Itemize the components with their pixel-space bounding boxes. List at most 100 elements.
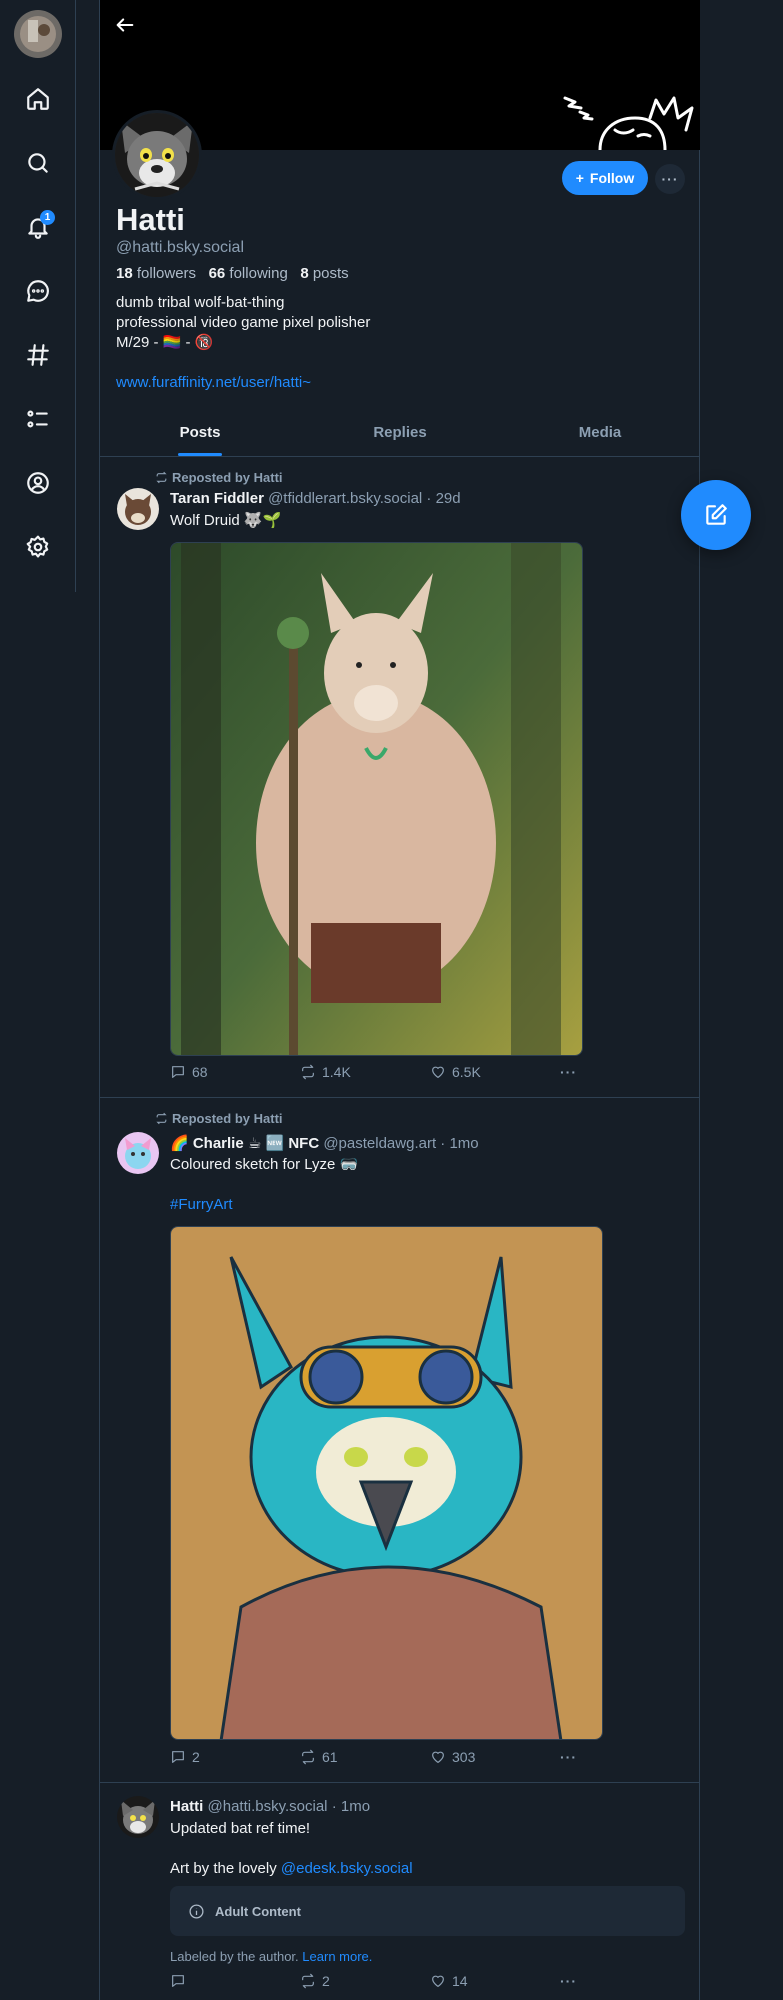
feed-post[interactable]: Reposted by Hatti Taran Fiddler @tfiddle… xyxy=(100,458,700,1098)
home-icon xyxy=(27,88,49,110)
profile-display-name: Hatti xyxy=(116,202,185,237)
post-author-name[interactable]: Taran Fiddler xyxy=(170,490,264,507)
left-nav: 1 xyxy=(0,0,76,592)
like-button[interactable]: 14 xyxy=(430,1973,468,1989)
repost-indicator: Reposted by Hatti xyxy=(155,1111,283,1126)
post-actions: 68 1.4K 6.5K ··· xyxy=(170,1064,590,1084)
bio-line: M/29 - 🏳️‍🌈 - 🔞 xyxy=(116,334,214,351)
repost-count: 2 xyxy=(322,1973,330,1989)
repost-icon xyxy=(302,1973,314,1989)
profile-more-button[interactable]: ··· xyxy=(655,164,685,194)
post-actions: 2 14 ··· xyxy=(170,1973,590,1993)
post-author-handle[interactable]: @tfiddlerart.bsky.social xyxy=(268,490,422,507)
label-note: Labeled by the author. Learn more. xyxy=(170,1949,372,1964)
post-hashtag[interactable]: #FurryArt xyxy=(170,1195,233,1215)
repost-count: 1.4K xyxy=(322,1064,351,1080)
feeds-nav-item[interactable] xyxy=(18,335,58,375)
post-author-name[interactable]: 🌈 Charlie ☕ 🆕 NFC xyxy=(170,1135,319,1152)
profile-website-link[interactable]: www.furaffinity.net/user/hatti~ xyxy=(116,373,676,393)
compose-post-button[interactable] xyxy=(681,480,751,550)
post-author-avatar[interactable] xyxy=(117,1796,159,1838)
comment-icon xyxy=(172,1751,184,1763)
repost-indicator: Reposted by Hatti xyxy=(155,470,283,485)
post-time[interactable]: · 29d xyxy=(426,490,460,507)
search-nav-item[interactable] xyxy=(18,143,58,183)
post-author-avatar[interactable] xyxy=(117,488,159,530)
profile-nav-item[interactable] xyxy=(18,463,58,503)
notifications-nav-item[interactable]: 1 xyxy=(18,207,58,247)
post-time[interactable]: · 1mo xyxy=(332,1798,370,1815)
feed-post[interactable]: Reposted by Hatti 🌈 Charlie ☕ 🆕 NFC @pas… xyxy=(100,1099,700,1783)
nav-avatar[interactable] xyxy=(14,10,62,58)
post-author-avatar[interactable] xyxy=(117,1132,159,1174)
post-header: Hatti @hatti.bsky.social · 1mo xyxy=(170,1798,370,1815)
content-warning-label: Adult Content xyxy=(215,1903,301,1919)
repost-label: Reposted by Hatti xyxy=(172,1111,283,1126)
repost-button[interactable]: 61 xyxy=(300,1749,338,1765)
comment-icon xyxy=(172,1975,184,1987)
followers-label: followers xyxy=(136,265,197,282)
post-author-name[interactable]: Hatti xyxy=(170,1798,203,1815)
post-time[interactable]: · 1mo xyxy=(440,1135,478,1152)
search-icon xyxy=(28,153,48,173)
following-count: 66 xyxy=(208,265,226,282)
followers-link[interactable]: 18 followers xyxy=(116,265,196,282)
post-more-button[interactable]: ··· xyxy=(560,1973,577,1989)
chat-nav-item[interactable] xyxy=(18,271,58,311)
following-link[interactable]: 66 following xyxy=(209,265,288,282)
lists-nav-item[interactable] xyxy=(18,399,58,439)
reply-button[interactable]: 68 xyxy=(170,1064,208,1080)
post-header: Taran Fiddler @tfiddlerart.bsky.social ·… xyxy=(170,490,461,507)
posts-stat: 8 posts xyxy=(300,265,348,282)
heart-icon xyxy=(432,1751,444,1763)
repost-button[interactable]: 1.4K xyxy=(300,1064,351,1080)
hashtag-icon xyxy=(27,344,49,366)
home-nav-item[interactable] xyxy=(18,79,58,119)
tab-media[interactable]: Media xyxy=(500,415,700,456)
reply-button[interactable]: 2 xyxy=(170,1749,200,1765)
post-header: 🌈 Charlie ☕ 🆕 NFC @pasteldawg.art · 1mo xyxy=(170,1134,479,1152)
like-count: 14 xyxy=(452,1973,468,1989)
reply-count: 68 xyxy=(192,1064,208,1080)
settings-nav-item[interactable] xyxy=(18,527,58,567)
like-count: 303 xyxy=(452,1749,476,1765)
feed-post[interactable]: Hatti @hatti.bsky.social · 1mo Updated b… xyxy=(100,1784,700,2000)
tab-replies[interactable]: Replies xyxy=(300,415,500,456)
repost-icon xyxy=(302,1749,314,1765)
post-text: Wolf Druid 🐺🌱 xyxy=(170,512,282,529)
followers-count: 18 xyxy=(116,265,133,282)
post-image[interactable] xyxy=(170,542,583,1056)
heart-icon xyxy=(432,1975,444,1987)
content-warning-button[interactable]: Adult Content xyxy=(170,1886,685,1936)
posts-count: 8 xyxy=(300,265,309,282)
repost-count: 61 xyxy=(322,1749,338,1765)
back-button[interactable] xyxy=(110,10,140,40)
post-author-handle[interactable]: @pasteldawg.art xyxy=(323,1135,436,1152)
label-note-text: Labeled by the author. xyxy=(170,1949,299,1964)
post-more-button[interactable]: ··· xyxy=(560,1064,577,1080)
post-author-handle[interactable]: @hatti.bsky.social xyxy=(208,1798,328,1815)
profile-stats: 18 followers 66 following 8 posts xyxy=(116,265,349,282)
plus-icon: + xyxy=(575,170,584,186)
post-image[interactable] xyxy=(170,1226,603,1740)
repost-icon xyxy=(156,471,167,484)
repost-button[interactable]: 2 xyxy=(300,1973,330,1989)
post-text-second-line: Art by the lovely @edesk.bsky.social xyxy=(170,1859,413,1879)
post-text: Updated bat ref time! xyxy=(170,1820,311,1837)
reply-count: 2 xyxy=(192,1749,200,1765)
post-more-button[interactable]: ··· xyxy=(560,1749,577,1765)
notification-badge: 1 xyxy=(40,210,55,225)
follow-button[interactable]: + Follow xyxy=(562,161,648,195)
gear-icon xyxy=(26,535,49,558)
repost-icon xyxy=(302,1064,314,1080)
post-mention-link[interactable]: @edesk.bsky.social xyxy=(281,1860,413,1877)
reply-button[interactable] xyxy=(170,1973,192,1989)
tab-posts[interactable]: Posts xyxy=(100,415,300,456)
like-button[interactable]: 6.5K xyxy=(430,1064,481,1080)
profile-bio: dumb tribal wolf-bat-thing professional … xyxy=(116,293,676,393)
post-text: Coloured sketch for Lyze 🥽 xyxy=(170,1156,359,1173)
like-button[interactable]: 303 xyxy=(430,1749,475,1765)
repost-icon xyxy=(156,1112,167,1125)
profile-avatar[interactable] xyxy=(112,110,202,200)
learn-more-link[interactable]: Learn more. xyxy=(302,1949,372,1964)
